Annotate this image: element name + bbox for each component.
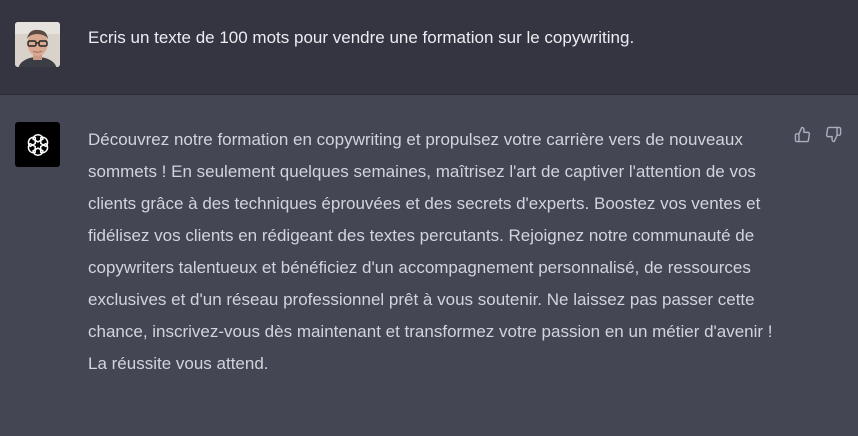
thumbs-down-icon — [825, 126, 841, 142]
chat-thread: Ecris un texte de 100 mots pour vendre u… — [0, 0, 858, 436]
message-feedback — [793, 125, 842, 143]
user-avatar — [15, 22, 60, 67]
assistant-message-row: Découvrez notre formation en copywriting… — [0, 95, 858, 436]
user-message-row: Ecris un texte de 100 mots pour vendre u… — [0, 0, 858, 95]
thumbs-down-button[interactable] — [824, 125, 842, 143]
thumbs-up-button[interactable] — [793, 125, 811, 143]
assistant-avatar — [15, 122, 60, 167]
openai-logo-icon — [27, 133, 48, 156]
thumbs-up-icon — [794, 126, 810, 142]
assistant-message-text: Découvrez notre formation en copywriting… — [88, 130, 773, 373]
user-message-text: Ecris un texte de 100 mots pour vendre u… — [88, 28, 635, 47]
user-photo-avatar — [15, 22, 60, 67]
